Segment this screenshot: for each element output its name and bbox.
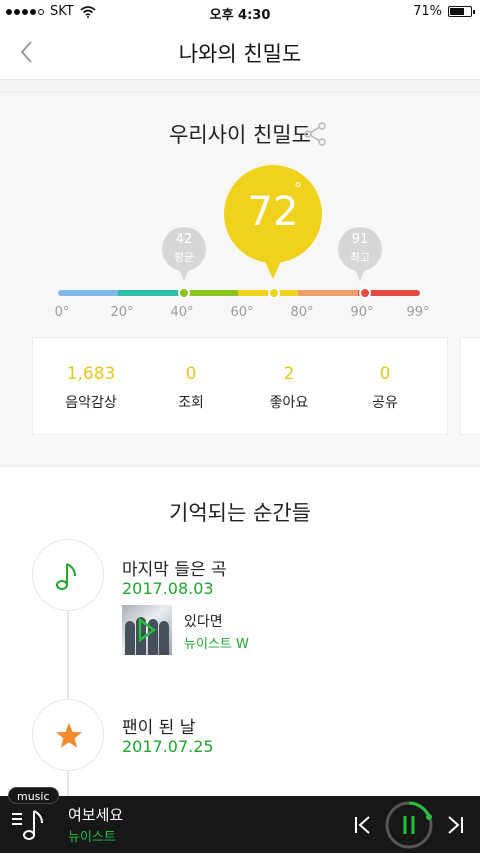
stat-likes: 2 좋아요	[239, 364, 339, 412]
stat-value: 2	[283, 364, 295, 384]
scale-tick: 20°	[110, 305, 134, 320]
album-cover[interactable]	[122, 605, 172, 655]
memory-title: 팬이 된 날	[122, 718, 196, 738]
stat-listen: 1,683 음악감상	[41, 364, 141, 412]
stat-value: 1,683	[66, 364, 116, 384]
star-icon	[56, 723, 82, 748]
star-circle	[32, 699, 104, 771]
memory-date: 2017.07.25	[122, 737, 214, 756]
stat-shares: 0 공유	[335, 364, 435, 412]
scale-tick: 0°	[54, 305, 70, 320]
battery-percent: 71%	[413, 4, 442, 19]
average-marker	[178, 287, 190, 299]
page-title: 나와의 친밀도	[178, 42, 302, 66]
degree-symbol: °	[294, 179, 302, 198]
stat-label: 좋아요	[269, 395, 309, 411]
stat-value: 0	[185, 364, 197, 384]
player-song-title[interactable]: 여보세요	[68, 804, 123, 825]
play-icon[interactable]	[138, 618, 156, 642]
best-bubble: 91 최고	[338, 227, 382, 281]
scale-tick: 90°	[350, 305, 374, 320]
status-bar: SKT 오후 4:30 71%	[0, 0, 480, 24]
memories-section: 기억되는 순간들 마지막 들은 곡 2017.08.03 있다면 뉴이스트 W …	[0, 466, 480, 801]
stat-label: 음악감상	[65, 395, 117, 411]
pause-button[interactable]	[384, 800, 434, 850]
music-note-circle	[32, 539, 104, 611]
music-player-bar[interactable]: 여보세요 뉴이스트	[0, 796, 480, 853]
intimacy-value: 72	[247, 189, 299, 235]
scale-tick: 99°	[406, 305, 430, 320]
next-card-peek[interactable]	[460, 337, 480, 435]
nav-bar: 나와의 친밀도	[0, 24, 480, 80]
previous-icon[interactable]	[352, 814, 374, 836]
average-value: 42	[175, 232, 193, 247]
memory-title: 마지막 들은 곡	[122, 560, 227, 580]
current-intimacy-bubble: 72 °	[224, 165, 322, 279]
song-title[interactable]: 있다면	[184, 611, 223, 631]
stat-views: 0 조회	[141, 364, 241, 412]
intimacy-title: 우리사이 친밀도	[169, 123, 311, 147]
best-value: 91	[351, 232, 369, 247]
stat-value: 0	[379, 364, 391, 384]
intimacy-section: 우리사이 친밀도 72 ° 42 평균 91 최고 0° 20° 40° 60°…	[0, 92, 480, 464]
share-icon[interactable]	[302, 121, 328, 147]
song-artist[interactable]: 뉴이스트 W	[184, 633, 249, 652]
stats-card[interactable]: 1,683 음악감상 0 조회 2 좋아요 0 공유	[32, 337, 448, 435]
next-icon[interactable]	[444, 814, 466, 836]
scale-tick: 80°	[290, 305, 314, 320]
stat-label: 조회	[178, 395, 204, 411]
best-label: 최고	[349, 251, 371, 264]
player-artist[interactable]: 뉴이스트	[68, 826, 116, 845]
average-label: 평균	[173, 251, 195, 264]
current-marker	[268, 287, 280, 299]
scale-tick: 60°	[230, 305, 254, 320]
best-marker	[358, 287, 371, 299]
battery-icon	[448, 6, 475, 17]
music-note-icon	[56, 563, 76, 590]
playlist-icon[interactable]	[10, 808, 50, 842]
status-time: 오후 4:30	[209, 8, 271, 23]
stat-label: 공유	[372, 395, 398, 411]
music-tag: music	[8, 787, 59, 804]
average-bubble: 42 평균	[162, 227, 206, 281]
scale-tick: 40°	[170, 305, 194, 320]
memories-title: 기억되는 순간들	[169, 501, 311, 525]
memory-date: 2017.08.03	[122, 579, 214, 598]
